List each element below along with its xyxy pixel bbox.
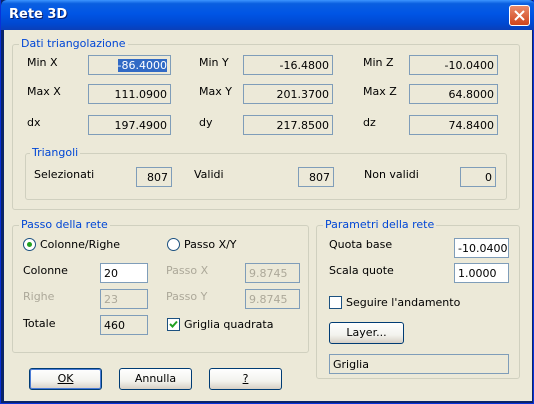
quota-base-label: Quota base	[329, 238, 393, 251]
seguire-andamento-checkbox[interactable]	[329, 296, 342, 309]
colonne-righe-radio-label[interactable]: Colonne/Righe	[40, 238, 120, 251]
dialog-window: Rete 3D Dati triangolazione Min X -86.40…	[0, 0, 534, 404]
window-title: Rete 3D	[9, 7, 68, 22]
min-y-label: Min Y	[199, 56, 229, 69]
triangoli-group: Triangoli Selezionati 807 Validi 807 Non…	[25, 146, 507, 200]
passo-x-label: Passo X	[166, 264, 209, 277]
ok-button[interactable]: OK	[29, 368, 102, 390]
max-y-label: Max Y	[199, 85, 232, 98]
triangolazione-legend: Dati triangolazione	[19, 37, 128, 50]
non-validi-field: 0	[460, 167, 496, 187]
min-x-field[interactable]: -86.4000	[88, 55, 171, 75]
min-z-field[interactable]: -10.0400	[409, 55, 498, 75]
checkmark-icon	[169, 320, 178, 328]
scala-quote-input[interactable]: 1.0000	[454, 263, 509, 283]
passo-xy-radio[interactable]	[167, 238, 180, 251]
dy-field[interactable]: 217.8500	[243, 115, 333, 135]
colonne-righe-radio[interactable]	[23, 238, 36, 251]
griglia-quadrata-label[interactable]: Griglia quadrata	[184, 318, 273, 331]
triangolazione-group: Dati triangolazione Min X -86.4000 Min Y…	[12, 37, 520, 210]
passo-xy-radio-label[interactable]: Passo X/Y	[184, 238, 237, 251]
max-x-field[interactable]: 111.0900	[88, 84, 171, 104]
non-validi-label: Non validi	[364, 168, 419, 181]
dx-label: dx	[27, 116, 41, 129]
passo-legend: Passo della rete	[19, 218, 110, 231]
righe-label: Righe	[23, 290, 55, 303]
passo-y-label: Passo Y	[166, 290, 208, 303]
min-x-label: Min X	[27, 56, 58, 69]
colonne-input[interactable]: 20	[100, 263, 148, 283]
layer-button[interactable]: Layer...	[329, 322, 404, 344]
griglia-quadrata-checkbox[interactable]	[167, 318, 180, 331]
passo-y-field: 9.8745	[245, 289, 300, 309]
righe-field: 23	[100, 289, 148, 309]
validi-label: Validi	[194, 168, 224, 181]
dy-label: dy	[199, 116, 213, 129]
scala-quote-label: Scala quote	[329, 264, 394, 277]
annulla-button[interactable]: Annulla	[119, 368, 192, 390]
dialog-client: Dati triangolazione Min X -86.4000 Min Y…	[4, 30, 532, 401]
help-button[interactable]: ?	[209, 368, 282, 390]
close-button[interactable]	[509, 5, 530, 26]
seguire-andamento-label[interactable]: Seguire l'andamento	[346, 296, 460, 309]
passo-group: Passo della rete Colonne/Righe Passo X/Y…	[12, 218, 309, 353]
selezionati-label: Selezionati	[34, 168, 95, 181]
layer-name-field: Griglia	[329, 354, 509, 374]
selezionati-field: 807	[136, 167, 172, 187]
max-z-label: Max Z	[363, 85, 397, 98]
dz-label: dz	[363, 116, 376, 129]
min-y-field[interactable]: -16.4800	[243, 55, 333, 75]
validi-field: 807	[298, 167, 334, 187]
parametri-group: Parametri della rete Quota base -10.0400…	[316, 218, 520, 379]
ok-button-label: OK	[57, 372, 74, 385]
triangoli-legend: Triangoli	[30, 146, 81, 159]
colonne-label: Colonne	[23, 264, 68, 277]
quota-base-input[interactable]: -10.0400	[454, 238, 509, 258]
title-bar[interactable]: Rete 3D	[1, 0, 534, 30]
help-button-label: ?	[242, 372, 249, 385]
parametri-legend: Parametri della rete	[323, 218, 437, 231]
dz-field[interactable]: 74.8400	[409, 115, 498, 135]
passo-x-field: 9.8745	[245, 263, 300, 283]
max-y-field[interactable]: 201.3700	[243, 84, 333, 104]
close-icon	[514, 10, 525, 21]
totale-label: Totale	[23, 317, 56, 330]
max-x-label: Max X	[27, 85, 61, 98]
max-z-field[interactable]: 64.8000	[409, 84, 498, 104]
radio-selected-dot	[27, 242, 32, 247]
totale-field: 460	[100, 315, 148, 335]
dx-field[interactable]: 197.4900	[88, 115, 171, 135]
min-z-label: Min Z	[363, 56, 394, 69]
